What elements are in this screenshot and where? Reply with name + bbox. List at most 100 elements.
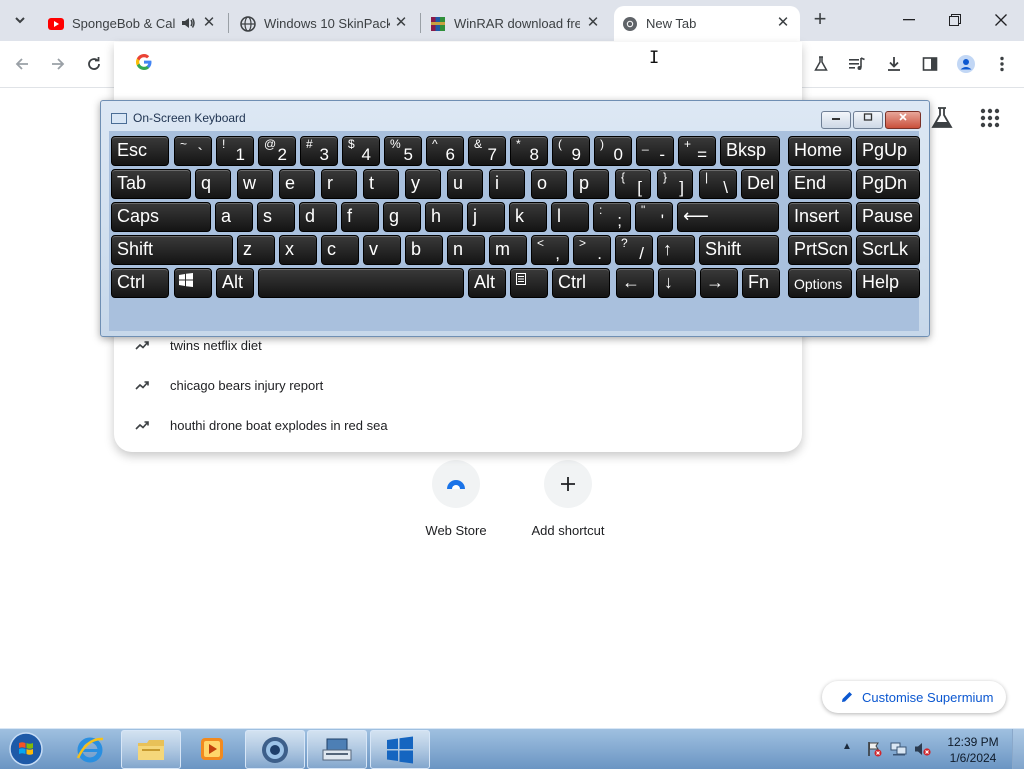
key-windows-logo[interactable] <box>174 268 212 298</box>
key-z[interactable]: z <box>237 235 275 265</box>
restore-button[interactable] <box>932 0 978 40</box>
key-esc[interactable]: Esc <box>111 136 169 166</box>
key-help[interactable]: Help <box>856 268 920 298</box>
key-6[interactable]: ^ 6 <box>426 136 464 166</box>
key-caps[interactable]: Caps <box>111 202 211 232</box>
osk-maximize-button[interactable] <box>853 111 883 129</box>
network-icon[interactable] <box>890 741 908 762</box>
key-[interactable]: + = <box>678 136 716 166</box>
close-tab-icon[interactable]: ✕ <box>774 14 792 32</box>
key-shift[interactable]: Shift <box>699 235 779 265</box>
show-hidden-icons-button[interactable]: ▲ <box>842 741 856 755</box>
key-[interactable]: <, <box>531 235 569 265</box>
back-button[interactable] <box>9 51 35 77</box>
key-[interactable]: ← <box>616 268 654 298</box>
key-tab[interactable]: Tab <box>111 169 191 199</box>
minimize-button[interactable] <box>886 0 932 40</box>
key-home[interactable]: Home <box>788 136 852 166</box>
media-control-button[interactable] <box>844 51 870 77</box>
volume-muted-icon[interactable] <box>914 741 932 762</box>
close-tab-icon[interactable]: ✕ <box>584 14 602 32</box>
key-g[interactable]: g <box>383 202 421 232</box>
downloads-button[interactable] <box>881 51 907 77</box>
key-[interactable]: _ - <box>636 136 674 166</box>
key-u[interactable]: u <box>447 169 483 199</box>
taskbar-app-internet-explorer[interactable] <box>62 731 118 767</box>
labs-button[interactable] <box>808 51 834 77</box>
tab-new-tab[interactable]: New Tab ✕ <box>614 6 800 41</box>
speaker-icon[interactable] <box>180 15 196 34</box>
taskbar-app-file-explorer[interactable] <box>121 730 181 769</box>
key-alt[interactable]: Alt <box>468 268 506 298</box>
key-q[interactable]: q <box>195 169 231 199</box>
customise-button[interactable]: Customise Supermium <box>822 681 1006 713</box>
key-w[interactable]: w <box>237 169 273 199</box>
taskbar-app-browser[interactable] <box>245 730 305 769</box>
forward-button[interactable] <box>45 51 71 77</box>
tab-winrar[interactable]: WinRAR download fre ✕ <box>424 6 610 41</box>
key-menu-key[interactable] <box>510 268 548 298</box>
key-[interactable]: ? / <box>615 235 653 265</box>
key-k[interactable]: k <box>509 202 547 232</box>
key-[interactable]: }] <box>657 169 693 199</box>
key-[interactable]: ~ ` <box>174 136 212 166</box>
new-tab-button[interactable]: + <box>808 8 832 32</box>
key-[interactable]: {[ <box>615 169 651 199</box>
key-space[interactable] <box>258 268 464 298</box>
key-[interactable]: ⟵ <box>677 202 779 232</box>
key-t[interactable]: t <box>363 169 399 199</box>
key-9[interactable]: (9 <box>552 136 590 166</box>
key-l[interactable]: l <box>551 202 589 232</box>
key-p[interactable]: p <box>573 169 609 199</box>
suggestion-row[interactable]: chicago bears injury report <box>114 365 802 405</box>
key-a[interactable]: a <box>215 202 253 232</box>
key-7[interactable]: & 7 <box>468 136 506 166</box>
key-[interactable]: :; <box>593 202 631 232</box>
taskbar-app-on-screen-keyboard[interactable] <box>307 730 367 769</box>
key-0[interactable]: ) 0 <box>594 136 632 166</box>
apps-grid-icon[interactable] <box>980 108 1000 133</box>
key-options[interactable]: Options <box>788 268 852 298</box>
key-d[interactable]: d <box>299 202 337 232</box>
key-c[interactable]: c <box>321 235 359 265</box>
key-del[interactable]: Del <box>741 169 779 199</box>
key-[interactable]: → <box>700 268 738 298</box>
key-shift[interactable]: Shift <box>111 235 233 265</box>
key-pgup[interactable]: PgUp <box>856 136 920 166</box>
key-x[interactable]: x <box>279 235 317 265</box>
key-[interactable]: ↑ <box>657 235 695 265</box>
taskbar-app-media-player[interactable] <box>184 730 240 767</box>
key-2[interactable]: @2 <box>258 136 296 166</box>
reload-button[interactable] <box>81 51 107 77</box>
key-pgdn[interactable]: PgDn <box>856 169 920 199</box>
action-center-flag-icon[interactable] <box>866 741 882 762</box>
key-[interactable]: | \ <box>699 169 737 199</box>
key-i[interactable]: i <box>489 169 525 199</box>
suggestion-row[interactable]: houthi drone boat explodes in red sea <box>114 405 802 445</box>
key-[interactable]: " ' <box>635 202 673 232</box>
menu-button[interactable] <box>989 51 1015 77</box>
key-[interactable]: ↓ <box>658 268 696 298</box>
key-fn[interactable]: Fn <box>742 268 780 298</box>
key-5[interactable]: % 5 <box>384 136 422 166</box>
key-v[interactable]: v <box>363 235 401 265</box>
key-o[interactable]: o <box>531 169 567 199</box>
key-n[interactable]: n <box>447 235 485 265</box>
osk-close-button[interactable] <box>885 111 921 129</box>
key-s[interactable]: s <box>257 202 295 232</box>
key-alt[interactable]: Alt <box>216 268 254 298</box>
start-button[interactable] <box>6 731 46 767</box>
key-j[interactable]: j <box>467 202 505 232</box>
key-e[interactable]: e <box>279 169 315 199</box>
key-scrlk[interactable]: ScrLk <box>856 235 920 265</box>
key-ctrl[interactable]: Ctrl <box>552 268 610 298</box>
key-r[interactable]: r <box>321 169 357 199</box>
shortcut-web-store[interactable]: Web Store <box>406 460 506 538</box>
clock[interactable]: 12:39 PM 1/6/2024 <box>942 734 1004 766</box>
key-h[interactable]: h <box>425 202 463 232</box>
tab-spongebob[interactable]: SpongeBob & Cal ✕ <box>40 6 226 41</box>
key-3[interactable]: #3 <box>300 136 338 166</box>
key-pause[interactable]: Pause <box>856 202 920 232</box>
key-end[interactable]: End <box>788 169 852 199</box>
tab-windows10-skinpack[interactable]: Windows 10 SkinPack ✕ <box>232 6 418 41</box>
